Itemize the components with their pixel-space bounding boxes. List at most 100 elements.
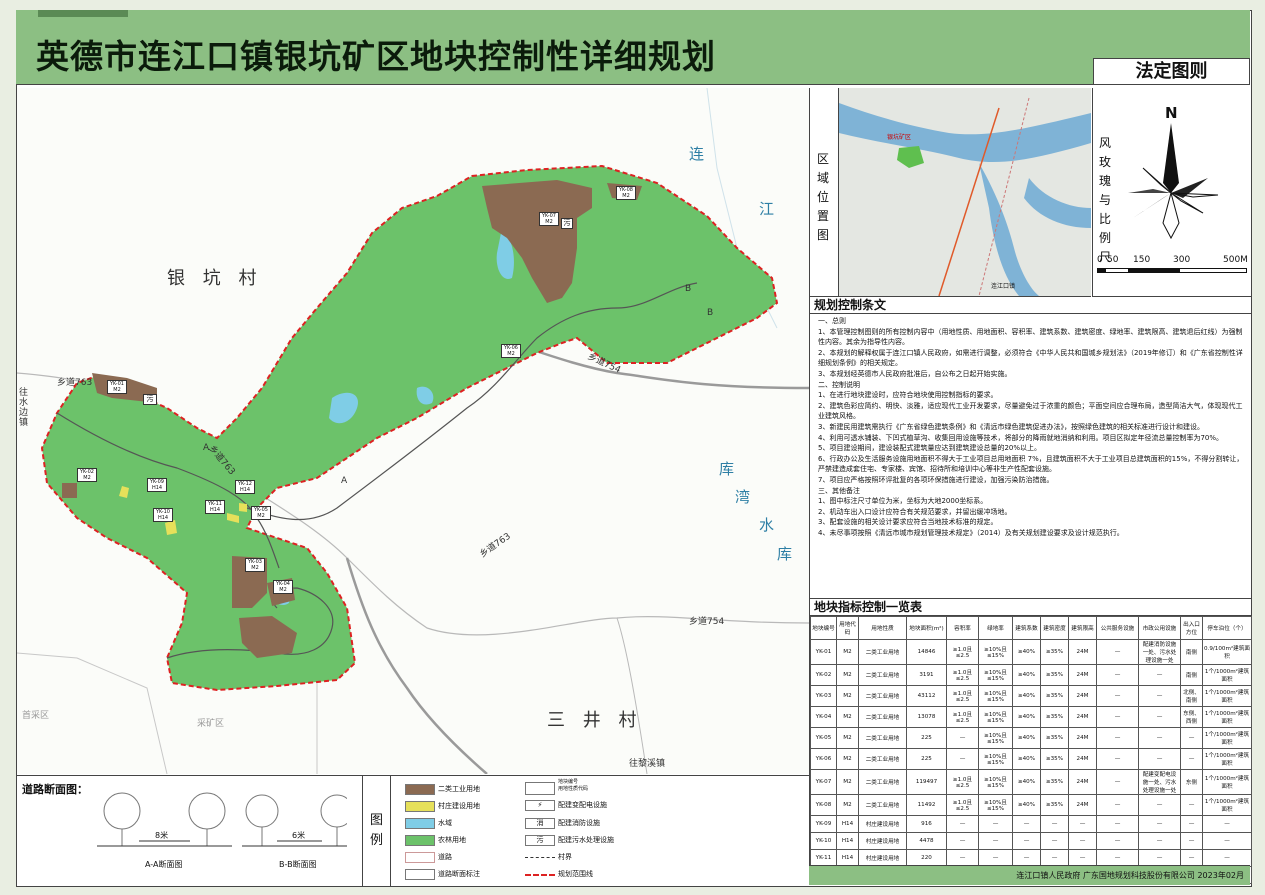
legend-label: 二类工业用地 bbox=[438, 785, 480, 793]
table-cell: ≥10%且≤15% bbox=[978, 794, 1013, 816]
location-map[interactable]: 银坑矿区 连江口镇 bbox=[839, 88, 1091, 297]
table-cell: 24M bbox=[1068, 664, 1097, 686]
table-header-cell: 建筑系数 bbox=[1012, 616, 1041, 640]
plot-use: M2 bbox=[545, 219, 553, 225]
scale-tick-150: 150 bbox=[1133, 255, 1151, 265]
road-section-heading: 道路断面图： bbox=[22, 783, 88, 796]
scale-tick-500: 500M bbox=[1223, 255, 1248, 265]
table-header-cell: 停车泊位（个） bbox=[1202, 616, 1252, 640]
table-cell: H14 bbox=[836, 849, 859, 867]
table-cell: — bbox=[1138, 849, 1181, 867]
table-header-cell: 出入口方位 bbox=[1180, 616, 1203, 640]
plot-label-yk09[interactable]: YK-09 H14 bbox=[147, 478, 167, 492]
village-label-yinkeng: 银 坑 村 bbox=[167, 268, 263, 289]
table-cell: ≥40% bbox=[1012, 685, 1041, 707]
table-cell: — bbox=[1096, 832, 1139, 850]
table-cell: — bbox=[946, 832, 979, 850]
table-cell: — bbox=[1138, 815, 1181, 833]
plot-label-yk07[interactable]: YK-07 M2 bbox=[539, 212, 559, 226]
location-map-site-label: 银坑矿区 bbox=[887, 134, 912, 141]
table-cell: 配建消防设施一处、污水处理设施一处 bbox=[1138, 639, 1181, 665]
provisions-body: 一、总则 1、本管理控制图则的所有控制内容中（用地性质、用地面积、容积率、建筑系… bbox=[810, 314, 1251, 538]
table-cell: 1个/1000m²建筑面积 bbox=[1202, 769, 1252, 795]
table-cell: 二类工业用地 bbox=[858, 769, 907, 795]
plot-label-yk01[interactable]: YK-01 M2 bbox=[107, 380, 127, 394]
provision-line: 3、本规划经英德市人民政府批准后，自公布之日起开始实施。 bbox=[818, 369, 1012, 378]
power-facility-icon: ⚡ bbox=[525, 800, 555, 811]
table-cell: ≥10%且≤15% bbox=[978, 685, 1013, 707]
table-cell: 11492 bbox=[906, 794, 947, 816]
plot-use: M2 bbox=[83, 475, 91, 481]
plot-label-yk02[interactable]: YK-02 M2 bbox=[77, 468, 97, 482]
document-type-label: 法定图则 bbox=[1093, 58, 1250, 85]
table-header-cell: 建筑限高 bbox=[1068, 616, 1097, 640]
table-cell: 东侧 bbox=[1180, 769, 1203, 795]
river-label-2: 江 bbox=[759, 200, 775, 218]
table-cell: 24M bbox=[1068, 706, 1097, 728]
section-mark-a: A bbox=[341, 476, 348, 486]
plot-label-yk06[interactable]: YK-06 M2 bbox=[501, 344, 521, 358]
table-cell: M2 bbox=[836, 794, 859, 816]
table-cell: ≥35% bbox=[1040, 769, 1069, 795]
plot-label-yk04[interactable]: YK-04 M2 bbox=[273, 580, 293, 594]
table-cell: ≥35% bbox=[1040, 639, 1069, 665]
plot-label-yk10[interactable]: YK-10 H14 bbox=[153, 508, 173, 522]
plot-use: M2 bbox=[251, 565, 259, 571]
scale-bar bbox=[1097, 268, 1247, 274]
table-row: YK-01 M2 二类工业用地 14846 ≥1.0且≤2.5 ≥10%且≤15% ≥40%… bbox=[810, 639, 1252, 665]
table-header-cell: 公共服务设施 bbox=[1096, 616, 1139, 640]
table-cell: 南侧 bbox=[1180, 664, 1203, 686]
section-mark-b: B bbox=[685, 284, 692, 294]
table-cell: — bbox=[1096, 639, 1139, 665]
plot-label-yk08[interactable]: YK-08 M2 bbox=[616, 186, 636, 200]
table-cell: — bbox=[1096, 727, 1139, 749]
provision-line: 4、利用可透水铺装、下凹式植草沟、收集回用设施等技术，将部分的降雨就地消纳和利用… bbox=[818, 433, 1224, 442]
table-cell: 二类工业用地 bbox=[858, 664, 907, 686]
table-cell: 1个/1000m²建筑面积 bbox=[1202, 706, 1252, 728]
table-cell: — bbox=[1040, 815, 1069, 833]
reservoir-label-4: 库 bbox=[777, 545, 793, 563]
table-cell: — bbox=[1096, 849, 1139, 867]
plot-label-yk11[interactable]: YK-11 H14 bbox=[205, 500, 225, 514]
legend-label: 配建消防设施 bbox=[558, 819, 600, 827]
table-cell: — bbox=[978, 815, 1013, 833]
provision-line: 5、项目建设期间，建设装配式建筑量应达到建筑建设总量的20%以上。 bbox=[818, 444, 1042, 453]
table-cell: 二类工业用地 bbox=[858, 727, 907, 749]
table-header-cell: 地块面积(m²) bbox=[906, 616, 947, 640]
table-cell: ≥10%且≤15% bbox=[978, 727, 1013, 749]
table-cell: ≥40% bbox=[1012, 748, 1041, 770]
table-cell: ≥10%且≤15% bbox=[978, 639, 1013, 665]
table-cell: M2 bbox=[836, 769, 859, 795]
table-row: YK-06 M2 二类工业用地 225— ≥10%且≤15% ≥40% ≥35% 24M — — —… bbox=[810, 748, 1252, 770]
legend-swatch-section-mark bbox=[405, 869, 435, 880]
table-cell: ≥10%且≤15% bbox=[978, 769, 1013, 795]
table-cell: ≥1.0且≤2.5 bbox=[946, 794, 979, 816]
table-cell: — bbox=[1202, 832, 1252, 850]
table-row: YK-09 H14 村庄建设用地 916— — — — — — — — — bbox=[810, 815, 1252, 833]
table-cell: — bbox=[946, 849, 979, 867]
table-row: YK-11 H14 村庄建设用地 220— — — — — — — — — bbox=[810, 849, 1252, 867]
table-header-cell: 建筑密度 bbox=[1040, 616, 1069, 640]
plot-label-yk12[interactable]: YK-12 H14 bbox=[235, 480, 255, 494]
table-cell: H14 bbox=[836, 815, 859, 833]
plan-map-canvas bbox=[17, 88, 809, 774]
plot-label-yk05[interactable]: YK-05 M2 bbox=[251, 506, 271, 520]
table-cell: — bbox=[1202, 815, 1252, 833]
plot-label-yk03[interactable]: YK-03 M2 bbox=[245, 558, 265, 572]
table-cell: — bbox=[1096, 685, 1139, 707]
table-cell: — bbox=[1138, 727, 1181, 749]
road-section-drawings bbox=[97, 792, 347, 847]
plan-map[interactable]: 银 坑 村 三 井 村 连 江 库 湾 水 库 往水边镇 首采区 采矿区 往黎溪… bbox=[17, 88, 809, 774]
location-map-caption: 区域位置图 bbox=[817, 152, 830, 242]
planning-area bbox=[40, 164, 779, 692]
table-cell: 村庄建设用地 bbox=[858, 832, 907, 850]
north-label: N bbox=[1165, 104, 1178, 122]
table-cell: 二类工业用地 bbox=[858, 748, 907, 770]
table-cell: 14846 bbox=[906, 639, 947, 665]
title-bar: 英德市连江口镇银坑矿区地块控制性详细规划 bbox=[16, 10, 1250, 85]
table-cell: 东侧、西侧 bbox=[1180, 706, 1203, 728]
section-mark-a: A bbox=[203, 443, 210, 453]
sewage-facility-icon: 污 bbox=[525, 835, 555, 846]
legend-label: 村庄建设用地 bbox=[438, 802, 480, 810]
legend-label: 道路 bbox=[438, 853, 452, 861]
